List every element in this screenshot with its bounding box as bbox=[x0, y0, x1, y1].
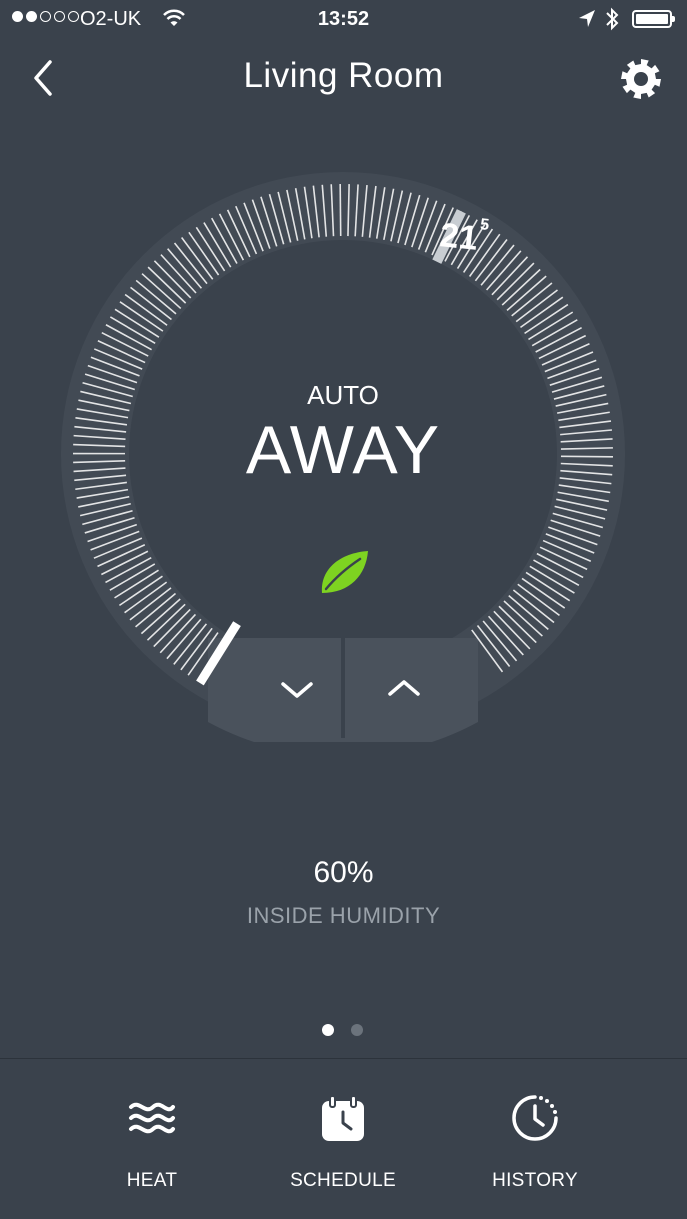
tab-heat[interactable]: HEAT bbox=[57, 1059, 247, 1219]
mode-value: AWAY bbox=[245, 412, 441, 488]
status-bar: O2-UK 13:52 bbox=[0, 0, 687, 40]
target-temp-decimal: 5 bbox=[479, 216, 490, 235]
location-arrow-icon bbox=[578, 9, 596, 34]
gear-icon bbox=[621, 59, 661, 99]
humidity-value: 60% bbox=[313, 856, 374, 889]
leaf-icon bbox=[318, 549, 370, 602]
chevron-up-icon bbox=[388, 680, 420, 696]
thermostat-dial[interactable]: AUTO AWAY 215 bbox=[55, 166, 631, 742]
tab-history[interactable]: HISTORY bbox=[440, 1059, 630, 1219]
tab-schedule[interactable]: SCHEDULE bbox=[248, 1059, 438, 1219]
header: Living Room bbox=[0, 40, 687, 116]
dial-tick bbox=[339, 184, 342, 237]
tab-bar: HEAT SCHEDULE HISTORY bbox=[0, 1059, 687, 1219]
tab-history-label: HISTORY bbox=[492, 1170, 578, 1191]
mode-label: AUTO bbox=[307, 380, 379, 410]
settings-button[interactable] bbox=[618, 56, 664, 102]
heat-waves-icon bbox=[57, 1093, 247, 1143]
calendar-clock-icon bbox=[248, 1093, 438, 1143]
page-dot-2[interactable] bbox=[351, 1024, 363, 1036]
decrease-temperature-button[interactable] bbox=[208, 638, 341, 722]
chevron-down-icon bbox=[281, 682, 313, 698]
tab-schedule-label: SCHEDULE bbox=[290, 1170, 396, 1191]
page-title: Living Room bbox=[243, 56, 444, 95]
humidity-label: INSIDE HUMIDITY bbox=[246, 903, 441, 928]
increase-temperature-button[interactable] bbox=[345, 638, 478, 722]
tab-heat-label: HEAT bbox=[126, 1170, 178, 1191]
battery-icon bbox=[632, 10, 675, 28]
target-temperature: 215 bbox=[438, 216, 490, 260]
bluetooth-icon bbox=[605, 7, 619, 36]
target-temp-whole: 21 bbox=[438, 216, 480, 258]
page-dot-1[interactable] bbox=[322, 1024, 334, 1036]
page-indicator[interactable] bbox=[322, 1024, 363, 1036]
history-clock-icon bbox=[440, 1093, 630, 1143]
